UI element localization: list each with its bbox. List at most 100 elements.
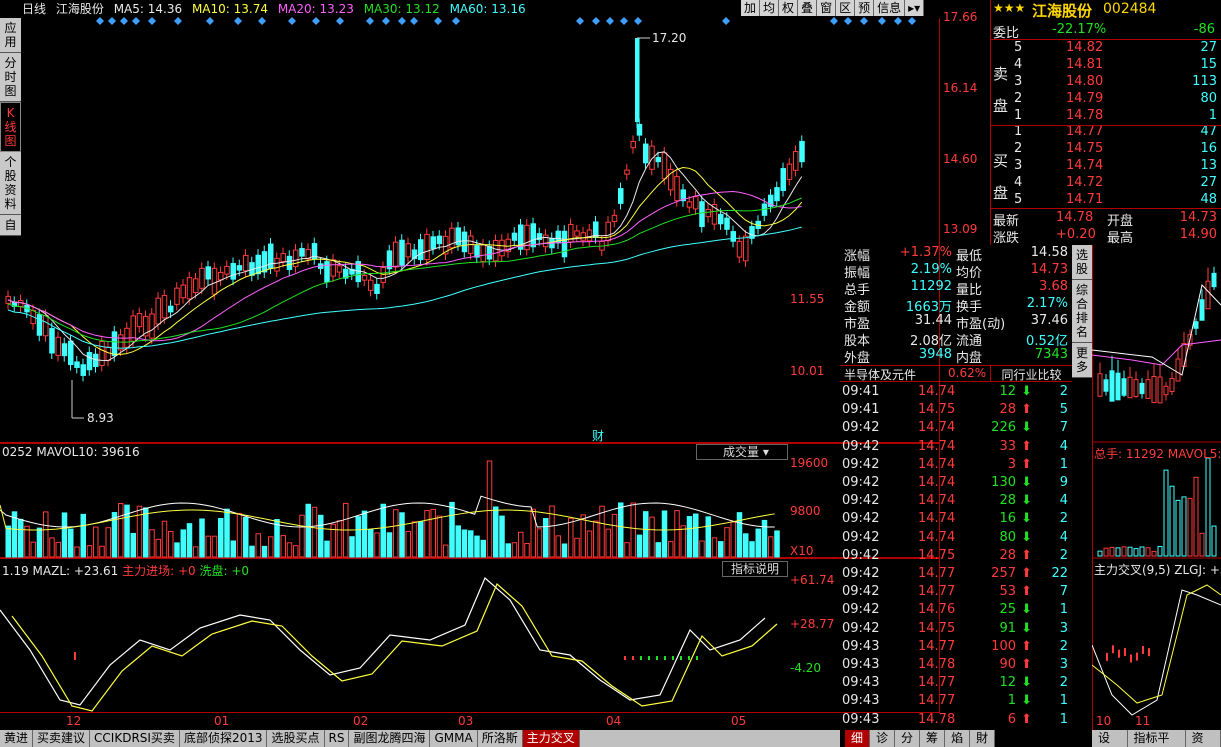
tick-row: 09:43 14.77 12 ⬇ 2 [842, 675, 1070, 693]
bottom-tab-6[interactable]: 副图龙腾四海 [349, 730, 431, 747]
tick-time: 09:43 [842, 657, 880, 672]
level-number: 4 [1014, 175, 1023, 190]
tick-time: 09:42 [842, 547, 880, 563]
info-value: 3948 [918, 347, 952, 362]
right-tab-1[interactable]: 诊 [870, 730, 896, 747]
tick-price: 14.77 [918, 675, 956, 691]
ind-axis-1: +61.74 [790, 573, 835, 587]
level-price: 14.80 [1066, 74, 1104, 89]
buy-level-row[interactable]: 2 14.75 16 [990, 141, 1221, 159]
level-number: 2 [1014, 91, 1023, 106]
ind-axis-3: -4.20 [790, 661, 822, 675]
bottom-tab-9[interactable]: 主力交叉 [522, 730, 580, 747]
bottom-tab-0[interactable]: 黄进 [0, 730, 34, 747]
level-price: 14.71 [1066, 192, 1104, 207]
mini-x-nov: 11 [1135, 714, 1151, 728]
bottom-tab-4[interactable]: 选股买点 [267, 730, 325, 747]
bottom-tab-5[interactable]: RS [325, 730, 350, 747]
info-row: 市盈 31.44 市盈(动) 37.46 [842, 313, 1070, 332]
arrow-down-icon: ⬇ [1021, 420, 1032, 436]
bottom-tab-3[interactable]: 底部侦探2013 [180, 730, 268, 747]
tick-time: 09:42 [842, 529, 880, 545]
tick-time: 09:42 [842, 602, 880, 618]
sell-level-row[interactable]: 5 14.82 27 [990, 40, 1221, 58]
tick-time: 09:43 [842, 693, 880, 709]
rating-stars-icon: ★★★ [993, 1, 1026, 15]
arrow-down-icon: ⬇ [1021, 602, 1032, 618]
tick-count: 7 [1059, 420, 1068, 436]
high-value: 14.90 [1179, 227, 1217, 242]
mini-tab-news[interactable]: 资讯 [1185, 730, 1221, 747]
indicator-help-button[interactable]: 指标说明 [722, 561, 788, 577]
arrow-down-icon: ⬇ [1021, 384, 1032, 399]
mini-chart-svg [1092, 266, 1221, 716]
low-price-mark: 8.93 [87, 411, 114, 425]
tick-count: 4 [1059, 529, 1068, 545]
open-value: 14.73 [1179, 210, 1217, 225]
tick-volume: 12 [999, 384, 1016, 399]
bottom-tab-8[interactable]: 所洛斯 [478, 730, 523, 747]
side-tab-rank[interactable]: 综合排名 [1072, 280, 1092, 343]
buy-level-row[interactable]: 4 14.72 27 [990, 175, 1221, 193]
right-tab-4[interactable]: 焰 [945, 730, 971, 747]
right-tab-5[interactable]: 財 [970, 730, 996, 747]
weibi-diff: -86 [1193, 22, 1215, 37]
info-row: 股本 2.08亿 流通 0.52亿 [842, 330, 1070, 349]
level-volume: 13 [1200, 158, 1217, 173]
tick-row: 09:42 14.74 3 ⬆ 1 [842, 457, 1070, 475]
volume-dropdown[interactable]: 成交量 ▾ [696, 444, 788, 460]
tick-count: 2 [1059, 384, 1068, 399]
tick-time: 09:43 [842, 675, 880, 691]
tick-price: 14.77 [918, 693, 956, 709]
bottom-tab-7[interactable]: GMMA [430, 730, 478, 747]
arrow-up-icon: ⬆ [1021, 547, 1032, 563]
tick-price: 14.74 [918, 456, 956, 472]
tick-price: 14.75 [918, 547, 956, 563]
right-tab-2[interactable]: 分 [895, 730, 921, 747]
sell-level-row[interactable]: 4 14.81 15 [990, 57, 1221, 75]
financial-mark[interactable]: 财 [592, 427, 604, 444]
tick-time: 09:42 [842, 438, 880, 454]
level-volume: 48 [1200, 192, 1217, 207]
tick-volume: 33 [999, 438, 1016, 454]
sell-level-row[interactable]: 3 14.80 113 [990, 74, 1221, 92]
info-row: 总手 11292 量比 3.68 [842, 279, 1070, 298]
info-value: 31.44 [914, 313, 952, 328]
price-axis-6: 10.01 [790, 364, 825, 378]
arrow-down-icon: ⬇ [1021, 675, 1032, 691]
arrow-up-icon: ⬆ [1021, 402, 1032, 418]
price-axis-1: 17.66 [943, 10, 978, 24]
arrow-up-icon: ⬆ [1021, 584, 1032, 600]
bottom-tab-1[interactable]: 买卖建议 [33, 730, 91, 747]
arrow-up-icon: ⬆ [1021, 438, 1032, 454]
tick-volume: 130 [991, 475, 1016, 490]
side-tab-more[interactable]: 更多 [1072, 343, 1092, 378]
buy-level-row[interactable]: 1 14.77 47 [990, 124, 1221, 142]
vol-axis-2: 9800 [790, 504, 821, 518]
level-volume: 47 [1200, 124, 1217, 139]
level-number: 1 [1014, 124, 1023, 139]
bottom-tab-2[interactable]: CCIKDRSI买卖 [90, 730, 180, 747]
price-axis-4: 13.09 [943, 222, 978, 236]
tick-row: 09:43 14.78 90 ⬆ 3 [842, 657, 1070, 675]
weibi-row: 委比 -22.17% -86 [990, 22, 1221, 41]
sell-level-row[interactable]: 2 14.79 80 [990, 91, 1221, 109]
tick-count: 2 [1059, 638, 1068, 654]
tick-price: 14.74 [918, 384, 956, 399]
tick-price: 14.77 [918, 566, 956, 581]
right-tab-0[interactable]: 细 [845, 730, 871, 747]
level-volume: 27 [1200, 175, 1217, 190]
buy-level-row[interactable]: 3 14.74 13 [990, 158, 1221, 176]
mini-tab-indicator-platform[interactable]: 指标平台 [1127, 730, 1186, 747]
mini-tab-settings[interactable]: 设置 [1092, 730, 1128, 747]
tick-time: 09:43 [842, 638, 880, 654]
tick-price: 14.77 [918, 584, 956, 600]
tick-count: 7 [1059, 584, 1068, 600]
high-price-mark: 17.20 [652, 31, 687, 45]
arrow-down-icon: ⬇ [1021, 620, 1032, 636]
right-tab-3[interactable]: 筹 [920, 730, 946, 747]
x-axis-dec: 12 [66, 714, 82, 728]
side-tab-select[interactable]: 选股 [1072, 245, 1092, 280]
industry-compare-button[interactable]: 同行业比较 [990, 366, 1072, 382]
info-value: 2.19% [910, 262, 952, 277]
